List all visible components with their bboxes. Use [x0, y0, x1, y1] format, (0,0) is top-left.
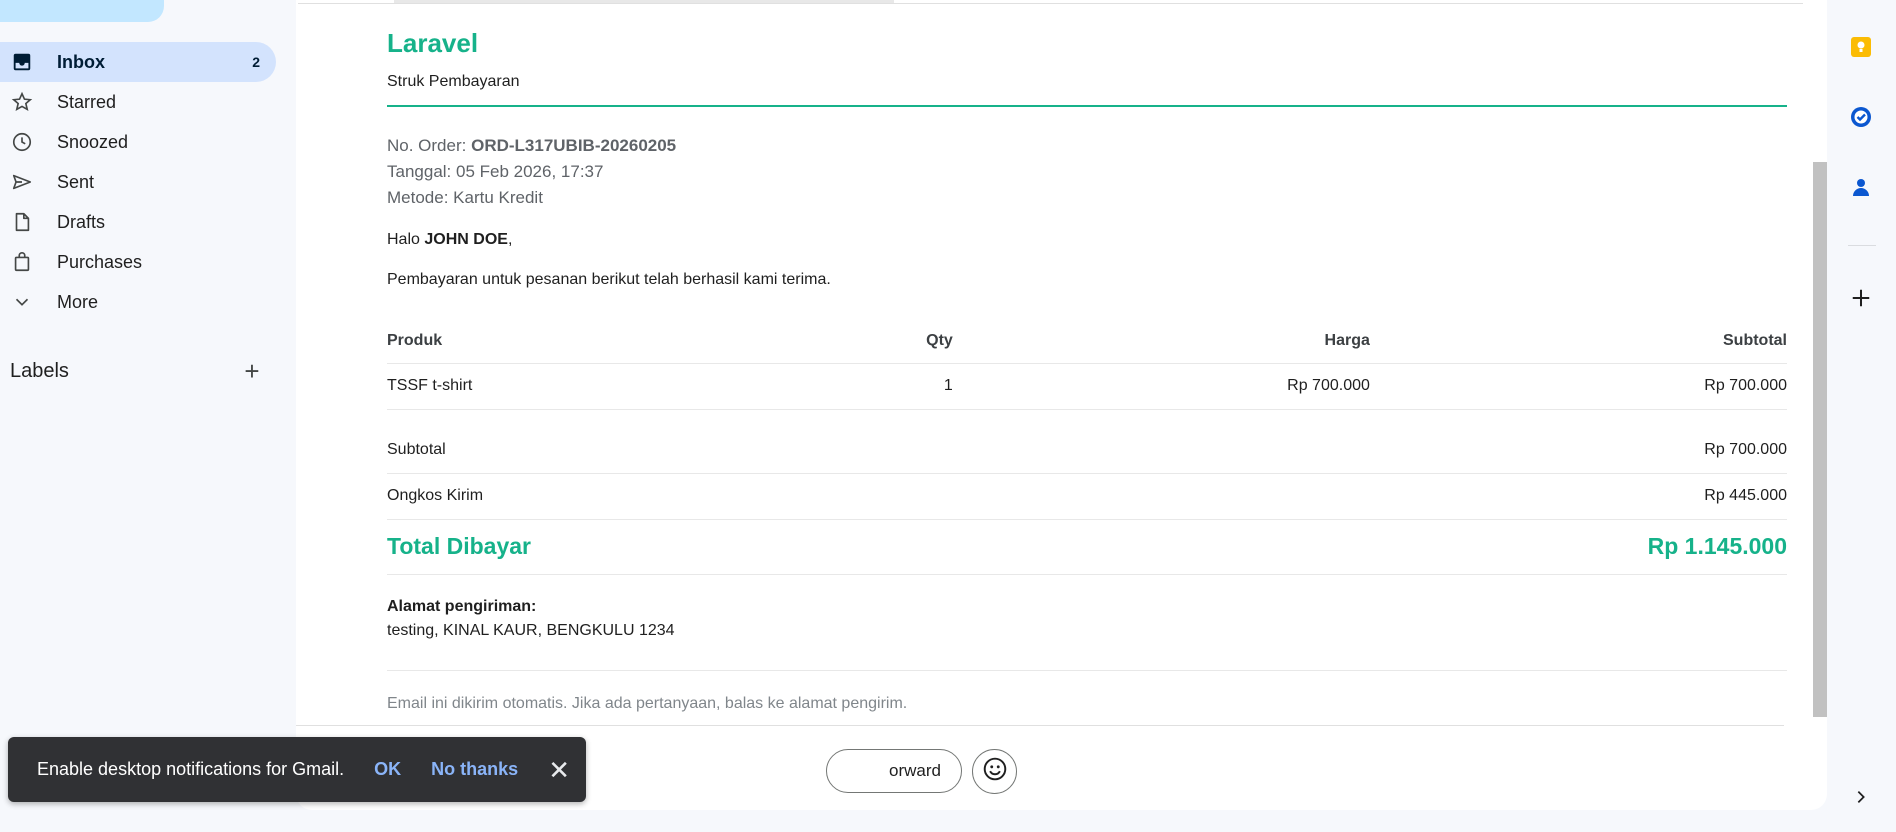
footer-divider [387, 669, 1787, 671]
snackbar-no-thanks-button[interactable]: No thanks [431, 759, 518, 780]
inbox-count-badge: 2 [252, 54, 260, 70]
draft-icon [11, 211, 33, 233]
emoji-reaction-button[interactable] [972, 749, 1017, 794]
column-header-subtotal: Subtotal [1369, 319, 1787, 364]
shipping-address: Alamat pengiriman: testing, KINAL KAUR, … [387, 598, 1787, 640]
order-number: ORD-L317UBIB-20260205 [471, 136, 677, 155]
column-header-price: Harga [952, 319, 1370, 364]
sidebar-item-starred[interactable]: Starred [0, 82, 276, 122]
clock-icon [11, 131, 33, 153]
bag-icon [11, 251, 33, 273]
star-icon [11, 91, 33, 113]
column-header-qty: Qty [761, 319, 953, 364]
tasks-icon[interactable] [1844, 100, 1878, 134]
sidebar-item-label: Inbox [57, 51, 105, 72]
address-text: testing, KINAL KAUR, BENGKULU 1234 [387, 621, 675, 639]
greeting: Halo JOHN DOE, [387, 231, 1787, 249]
add-label-icon[interactable]: + [238, 356, 266, 387]
sidebar-item-label: Sent [57, 171, 95, 192]
smiley-icon [982, 756, 1008, 787]
shipping-row: Ongkos Kirim Rp 445.000 [387, 474, 1787, 520]
greeting-prefix: Halo [387, 231, 420, 248]
sidebar-item-label: Snoozed [57, 131, 129, 152]
brand-divider [387, 105, 1787, 107]
sidebar-item-label: Purchases [57, 251, 143, 272]
sidebar-item-label: Drafts [57, 211, 106, 232]
customer-name: JOHN DOE [424, 231, 508, 248]
rail-divider [1848, 245, 1876, 246]
sidebar-item-drafts[interactable]: Drafts [0, 202, 276, 242]
sidebar-item-label: More [57, 291, 99, 312]
sidebar-item-sent[interactable]: Sent [0, 162, 276, 202]
total-row: Total Dibayar Rp 1.145.000 [387, 520, 1787, 575]
column-header-product: Produk [387, 319, 762, 364]
brand-title: Laravel [387, 28, 479, 58]
header-divider [298, 0, 1803, 4]
total-value: Rp 1.145.000 [1647, 533, 1787, 559]
forward-label: orward [889, 761, 941, 780]
shipping-label: Ongkos Kirim [387, 487, 484, 504]
table-row: TSSF t-shirt 1 Rp 700.000 Rp 700.000 [387, 363, 1787, 410]
notification-snackbar: Enable desktop notifications for Gmail. … [8, 737, 586, 802]
close-icon[interactable]: ✕ [548, 757, 570, 783]
keep-icon[interactable] [1844, 30, 1878, 64]
forward-button[interactable]: orward [826, 749, 962, 793]
chevron-right-icon[interactable] [1844, 780, 1878, 814]
footnote: Email ini dikirim otomatis. Jika ada per… [387, 694, 908, 712]
cell-subtotal: Rp 700.000 [1369, 363, 1787, 410]
greeting-suffix: , [507, 231, 513, 248]
subtotal-value: Rp 700.000 [1704, 441, 1787, 458]
payment-confirmation-text: Pembayaran untuk pesanan berikut telah b… [387, 271, 831, 288]
sidebar-item-more[interactable]: More [0, 282, 276, 322]
payment-method: Metode: Kartu Kredit [387, 188, 543, 207]
snackbar-message: Enable desktop notifications for Gmail. [37, 759, 345, 779]
compose-button[interactable] [0, 0, 164, 22]
shipping-value: Rp 445.000 [1704, 487, 1787, 504]
snackbar-ok-button[interactable]: OK [374, 759, 401, 780]
sidebar-item-purchases[interactable]: Purchases [0, 242, 276, 282]
order-label: No. Order: [387, 136, 467, 155]
cell-qty: 1 [761, 363, 953, 410]
table-header-row: Produk Qty Harga Subtotal [387, 319, 1787, 364]
email-view: Laravel Struk Pembayaran No. Order: ORD-… [296, 0, 1827, 810]
receipt-subtitle: Struk Pembayaran [387, 73, 520, 90]
sidebar-nav: Inbox 2 Starred Snoozed Sent Drafts Purc… [0, 42, 276, 322]
add-addon-icon[interactable] [1844, 281, 1878, 315]
inbox-icon [11, 51, 33, 73]
labels-title: Labels [10, 360, 69, 382]
side-panel-rail [1830, 0, 1896, 832]
sidebar: Inbox 2 Starred Snoozed Sent Drafts Purc… [0, 0, 296, 832]
cell-product: TSSF t-shirt [387, 363, 762, 410]
address-title: Alamat pengiriman: [387, 597, 537, 615]
chevron-down-icon [11, 291, 33, 313]
labels-header: Labels + [10, 356, 266, 387]
sidebar-item-snoozed[interactable]: Snoozed [0, 122, 276, 162]
cell-price: Rp 700.000 [952, 363, 1370, 410]
contacts-icon[interactable] [1844, 170, 1878, 204]
order-meta: No. Order: ORD-L317UBIB-20260205 Tanggal… [387, 133, 1787, 211]
subtotal-label: Subtotal [387, 441, 446, 458]
total-label: Total Dibayar [387, 533, 531, 559]
sidebar-item-label: Starred [57, 91, 117, 112]
send-icon [11, 171, 33, 193]
actions-divider [296, 725, 1784, 726]
sidebar-item-inbox[interactable]: Inbox 2 [0, 42, 276, 82]
subtotal-row: Subtotal Rp 700.000 [387, 428, 1787, 474]
order-number-line: No. Order: ORD-L317UBIB-20260205 [387, 133, 1787, 159]
scrollbar-thumb[interactable] [1813, 162, 1827, 717]
order-items-table: Produk Qty Harga Subtotal TSSF t-shirt 1… [387, 319, 1787, 410]
order-summary: Subtotal Rp 700.000 Ongkos Kirim Rp 445.… [387, 428, 1787, 575]
email-body: Laravel Struk Pembayaran No. Order: ORD-… [387, 28, 1787, 713]
order-date: Tanggal: 05 Feb 2026, 17:37 [387, 162, 604, 181]
